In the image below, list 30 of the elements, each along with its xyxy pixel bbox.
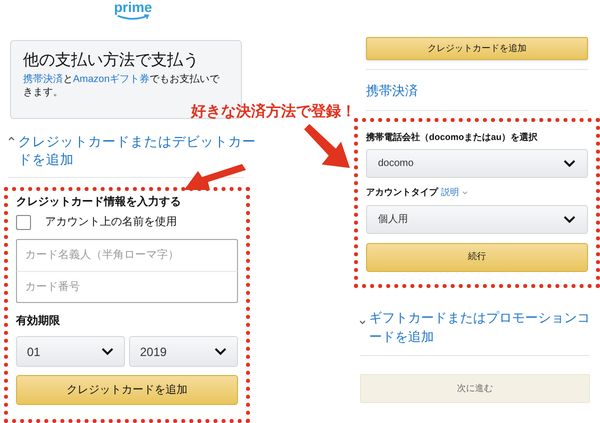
field-label: 携帯電話会社（docomoまたはau）を選択 bbox=[366, 131, 539, 143]
prime-logo: prime bbox=[114, 0, 152, 22]
section-link[interactable]: ギフトカードまたはプロモーションコードを追加 bbox=[369, 308, 594, 346]
chevron-down-icon bbox=[563, 214, 576, 224]
dropdown[interactable]: 01 bbox=[16, 336, 125, 368]
add-card-button[interactable]: クレジットカードを追加 bbox=[366, 37, 588, 60]
dropdown[interactable]: 2019 bbox=[129, 336, 238, 368]
add-card-button[interactable]: クレジットカードを追加 bbox=[16, 375, 238, 406]
dropdown[interactable]: 個人用 bbox=[366, 204, 588, 234]
annotation-text: 好きな決済方法で登録！ bbox=[191, 102, 356, 122]
text-link[interactable]: 携帯決済 bbox=[23, 74, 63, 85]
annotation-arrow bbox=[303, 124, 351, 168]
text-link[interactable]: Amazonギフト券 bbox=[73, 74, 150, 85]
chevron-down-icon bbox=[214, 347, 227, 356]
caret-down-icon bbox=[462, 190, 468, 195]
continue-button[interactable]: 続行 bbox=[366, 242, 588, 272]
input-field[interactable]: カード名義人（半角ローマ字） bbox=[16, 238, 238, 271]
checkbox[interactable] bbox=[16, 215, 31, 230]
section-link[interactable]: 携帯決済 bbox=[366, 82, 418, 100]
chevron-down-icon bbox=[563, 159, 576, 168]
field-label: 有効期限 bbox=[16, 314, 61, 329]
description-text: 携帯決済とAmazonギフト券でもお支払いできます。 bbox=[23, 72, 221, 99]
form-heading: クレジットカード情報を入力する bbox=[16, 194, 182, 210]
section-link[interactable]: クレジットカードまたはデビットカードを追加 bbox=[18, 133, 256, 170]
card-title: 他の支払い方法で支払う bbox=[23, 50, 200, 71]
checkbox-label: アカウント上の名前を使用 bbox=[45, 215, 177, 230]
help-link[interactable]: 説明 bbox=[441, 186, 459, 200]
dropdown[interactable]: docomo bbox=[366, 149, 588, 178]
field-label: アカウントタイプ bbox=[366, 186, 438, 199]
chevron-down-icon bbox=[101, 347, 114, 356]
